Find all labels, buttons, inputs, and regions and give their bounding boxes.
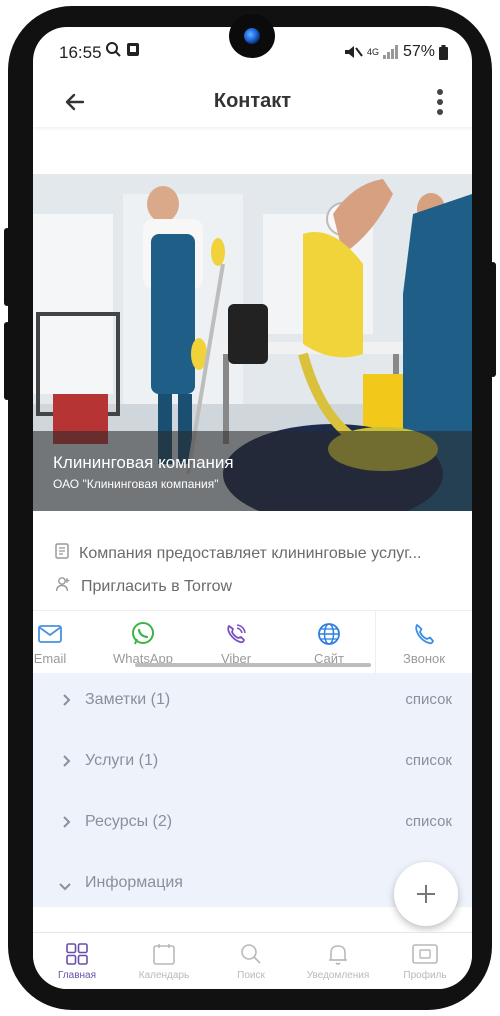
mute-icon xyxy=(344,46,363,58)
contact-name: Клининговая компания xyxy=(53,453,234,472)
nav-home-label: Главная xyxy=(57,970,97,981)
nav-search-label: Поиск xyxy=(237,970,265,981)
calendar-icon xyxy=(153,944,175,965)
front-camera xyxy=(229,14,275,58)
section-services-list-link[interactable]: список xyxy=(405,752,452,769)
email-action-label: Email xyxy=(33,651,67,666)
app-bar: Контакт xyxy=(33,77,472,127)
grid-icon xyxy=(66,943,88,965)
chevron-down-icon xyxy=(58,878,72,896)
description-row[interactable]: Компания предоставляет клининговые услуг… xyxy=(55,543,422,564)
status-time: 16:55 xyxy=(59,43,102,62)
screen: 16:55 4G 57% Контакт Клининговая компани… xyxy=(33,27,472,989)
battery-icon xyxy=(439,44,448,60)
bell-icon xyxy=(329,945,347,965)
signal-icon xyxy=(382,45,398,59)
screenshot-status-icon xyxy=(127,43,139,56)
battery-percent: 57% xyxy=(402,43,435,60)
contact-organization: ОАО "Клининговая компания" xyxy=(53,477,219,491)
actions-divider xyxy=(375,611,376,674)
bottom-navigation: Главная Календарь Поиск Уведомления Проф… xyxy=(33,932,472,989)
nav-profile-label: Профиль xyxy=(403,970,447,981)
network-label: 4G xyxy=(366,46,379,57)
section-notes-label: Заметки (1) xyxy=(85,691,171,708)
nav-search[interactable]: Поиск xyxy=(211,941,291,981)
contact-cover-image: Клининговая компания ОАО "Клининговая ко… xyxy=(33,174,472,511)
whatsapp-icon xyxy=(132,622,154,645)
nav-profile[interactable]: Профиль xyxy=(385,941,465,981)
nav-notifications[interactable]: Уведомления xyxy=(298,941,378,981)
page-title: Контакт xyxy=(213,90,292,112)
section-services-label: Услуги (1) xyxy=(85,752,159,769)
viber-icon xyxy=(227,624,246,644)
volume-button-2 xyxy=(4,322,10,400)
add-fab-button[interactable] xyxy=(394,862,458,926)
chevron-right-icon xyxy=(61,754,71,773)
section-resources-list-link[interactable]: список xyxy=(405,813,452,830)
document-icon xyxy=(55,543,69,564)
nav-notifications-label: Уведомления xyxy=(306,970,370,981)
viber-action[interactable]: Viber xyxy=(206,621,266,666)
chevron-right-icon xyxy=(61,693,71,712)
call-action-label: Звонок xyxy=(403,651,445,666)
invite-link: Пригласить в Torrow xyxy=(81,577,233,595)
nav-home[interactable]: Главная xyxy=(37,941,117,981)
nav-calendar-label: Календарь xyxy=(138,970,190,981)
globe-icon xyxy=(318,623,340,645)
section-notes[interactable]: Заметки (1) список xyxy=(33,673,472,733)
mail-icon xyxy=(38,625,62,643)
horizontal-scrollbar[interactable] xyxy=(135,663,371,667)
section-info-label: Информация xyxy=(85,874,183,891)
plus-icon xyxy=(417,885,435,903)
section-services[interactable]: Услуги (1) список xyxy=(33,734,472,794)
profile-card-icon xyxy=(412,944,438,964)
search-status-icon xyxy=(106,42,121,57)
whatsapp-action[interactable]: WhatsApp xyxy=(113,621,173,666)
volume-button xyxy=(4,228,10,306)
contact-description: Компания предоставляет клининговые услуг… xyxy=(79,544,422,562)
phone-icon xyxy=(415,624,434,645)
section-resources[interactable]: Ресурсы (2) список xyxy=(33,795,472,855)
nav-calendar[interactable]: Календарь xyxy=(124,941,204,981)
invite-row[interactable]: Пригласить в Torrow xyxy=(55,576,232,597)
call-action[interactable]: Звонок xyxy=(394,621,454,666)
section-notes-list-link[interactable]: список xyxy=(405,691,452,708)
website-action[interactable]: Сайт xyxy=(299,621,359,666)
email-action[interactable]: Email xyxy=(33,621,80,666)
status-left-icons xyxy=(105,41,149,64)
more-vert-icon[interactable] xyxy=(436,88,444,121)
section-resources-label: Ресурсы (2) xyxy=(85,813,173,830)
power-button xyxy=(490,262,496,377)
add-person-icon xyxy=(55,576,71,597)
search-icon xyxy=(241,944,261,964)
status-right: 4G 57% xyxy=(343,43,448,61)
chevron-right-icon xyxy=(61,815,71,834)
